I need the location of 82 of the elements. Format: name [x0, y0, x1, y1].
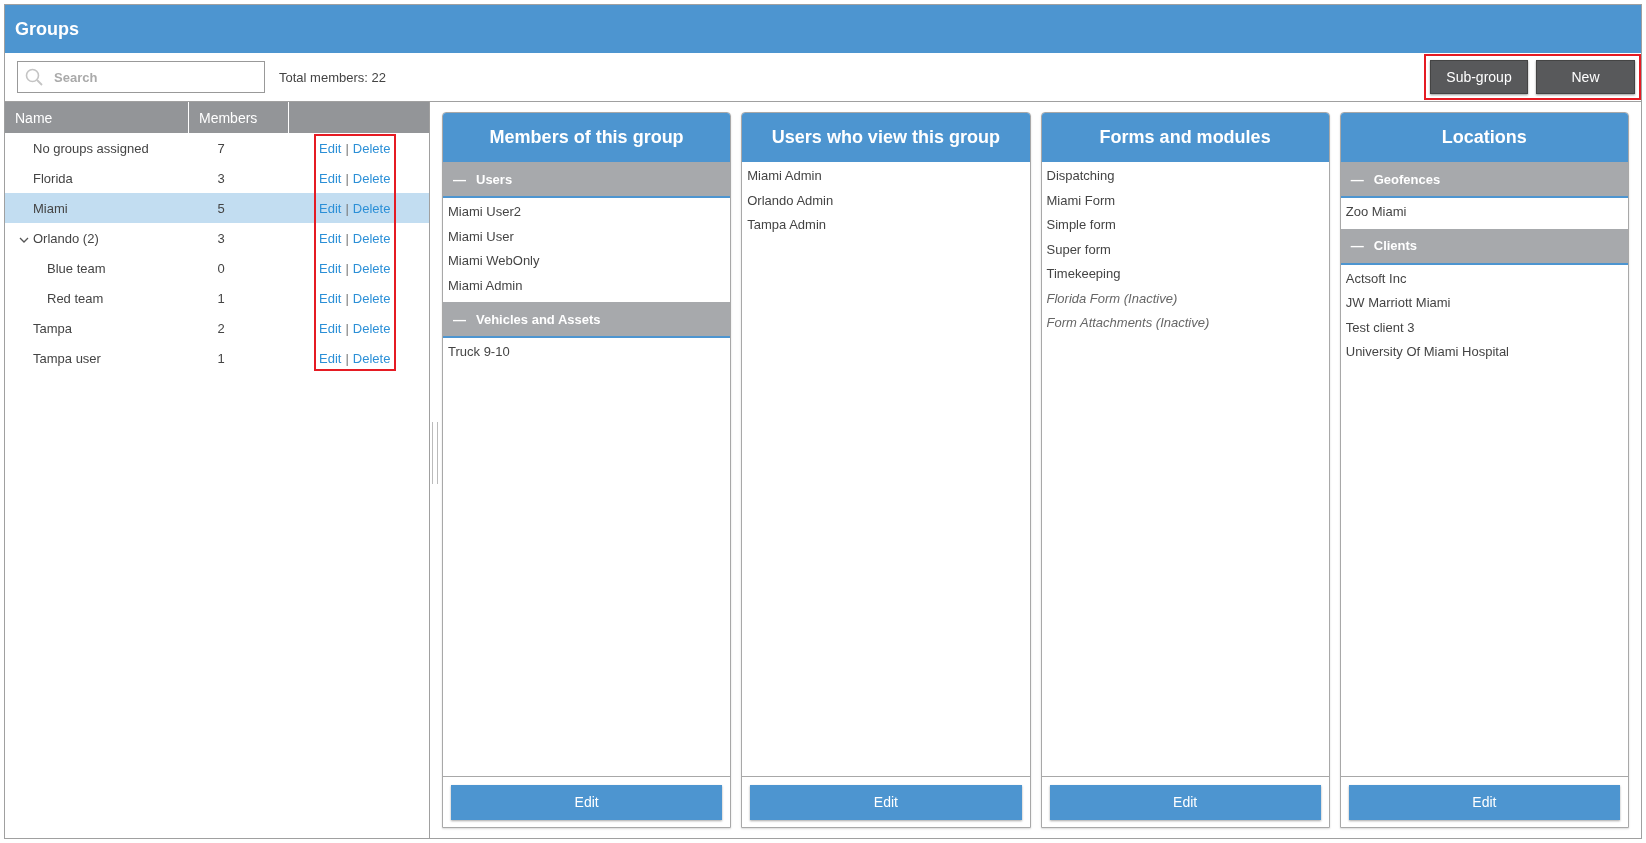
group-name[interactable]: Tampa user	[33, 350, 101, 366]
list-item: Test client 3	[1344, 318, 1416, 337]
list-item: Simple form	[1045, 216, 1117, 234]
member-count: 3	[217, 170, 225, 186]
group-name[interactable]: Red team	[47, 290, 104, 306]
member-count: 1	[217, 350, 225, 366]
panel-title: Users who view this group	[771, 127, 1000, 148]
list-item: Actsoft Inc	[1344, 269, 1408, 288]
section-header[interactable]: — Users	[443, 162, 731, 198]
delete-link[interactable]: Delete	[352, 230, 391, 246]
separator: |	[345, 290, 349, 306]
list-item: Miami User	[447, 227, 515, 246]
list-item: Miami Admin	[746, 167, 823, 185]
window-title: Groups	[15, 18, 79, 40]
panel-title: Members of this group	[489, 127, 684, 148]
sub-group-button[interactable]: Sub-group	[1430, 60, 1528, 94]
list-item: Zoo Miami	[1344, 203, 1408, 221]
list-item: Miami Form	[1045, 191, 1117, 210]
column-header[interactable]: Members	[189, 102, 289, 133]
delete-link[interactable]: Delete	[352, 260, 391, 276]
selected-row[interactable]: Miami 5 Edit | Delete	[5, 193, 429, 223]
group-name[interactable]: No groups assigned	[33, 140, 149, 156]
new-button[interactable]: New	[1536, 60, 1635, 94]
group-name[interactable]: Orlando (2)	[33, 230, 99, 246]
delete-link[interactable]: Delete	[352, 140, 391, 156]
list-item: Florida Form (Inactive)	[1045, 289, 1179, 308]
edit-link[interactable]: Edit	[319, 140, 342, 156]
separator: |	[345, 140, 349, 156]
edit-link[interactable]: Edit	[319, 260, 342, 276]
delete-link[interactable]: Delete	[352, 290, 391, 306]
member-count: 0	[217, 260, 225, 276]
separator: |	[345, 350, 349, 366]
list-item: University Of Miami Hospital	[1344, 343, 1510, 361]
list-item: Orlando Admin	[746, 191, 835, 210]
group-name[interactable]: Florida	[33, 170, 73, 186]
edit-button[interactable]: Edit	[451, 784, 723, 820]
delete-link[interactable]: Delete	[352, 200, 391, 216]
total-members-label: Total members: 22	[279, 69, 386, 85]
list-item: Dispatching	[1045, 167, 1116, 185]
member-count: 1	[217, 290, 225, 306]
separator: |	[345, 230, 349, 246]
list-item: Miami Admin	[447, 276, 524, 295]
edit-link[interactable]: Edit	[319, 230, 342, 246]
list-item: Super form	[1045, 240, 1112, 259]
list-item: Truck 9-10	[447, 343, 511, 361]
separator: |	[345, 260, 349, 276]
column-header[interactable]: Name	[5, 102, 189, 133]
chevron-icon[interactable]	[19, 236, 29, 244]
member-count: 3	[217, 230, 225, 246]
group-name[interactable]: Tampa	[33, 320, 73, 336]
splitter-handle[interactable]	[432, 422, 438, 484]
section-header[interactable]: — Geofences	[1340, 162, 1628, 198]
group-name[interactable]: Miami	[33, 200, 68, 216]
edit-button[interactable]: Edit	[1348, 784, 1620, 820]
delete-link[interactable]: Delete	[352, 350, 391, 366]
edit-link[interactable]: Edit	[319, 200, 342, 216]
delete-link[interactable]: Delete	[352, 320, 391, 336]
separator: |	[345, 200, 349, 216]
list-item: JW Marriott Miami	[1344, 294, 1452, 312]
panel-title: Locations	[1441, 127, 1527, 148]
edit-link[interactable]: Edit	[319, 290, 342, 306]
list-item: Miami WebOnly	[447, 252, 541, 270]
section-header[interactable]: — Vehicles and Assets	[443, 302, 731, 338]
member-count: 5	[217, 200, 225, 216]
list-item: Form Attachments (Inactive)	[1045, 314, 1211, 332]
edit-button[interactable]: Edit	[1049, 784, 1321, 820]
group-name[interactable]: Blue team	[47, 260, 106, 276]
member-count: 7	[217, 140, 225, 156]
separator: |	[345, 170, 349, 186]
member-count: 2	[217, 320, 225, 336]
list-item: Miami User2	[447, 203, 522, 221]
panel-title: Forms and modules	[1099, 127, 1271, 148]
list-item: Tampa Admin	[746, 216, 827, 234]
edit-link[interactable]: Edit	[319, 320, 342, 336]
delete-link[interactable]: Delete	[352, 170, 391, 186]
list-item: Timekeeping	[1045, 265, 1122, 283]
section-header[interactable]: — Clients	[1340, 228, 1628, 265]
edit-link[interactable]: Edit	[319, 350, 342, 366]
edit-link[interactable]: Edit	[319, 170, 342, 186]
search-field[interactable]: Search	[17, 61, 265, 93]
edit-button[interactable]: Edit	[750, 784, 1022, 820]
separator: |	[345, 320, 349, 336]
